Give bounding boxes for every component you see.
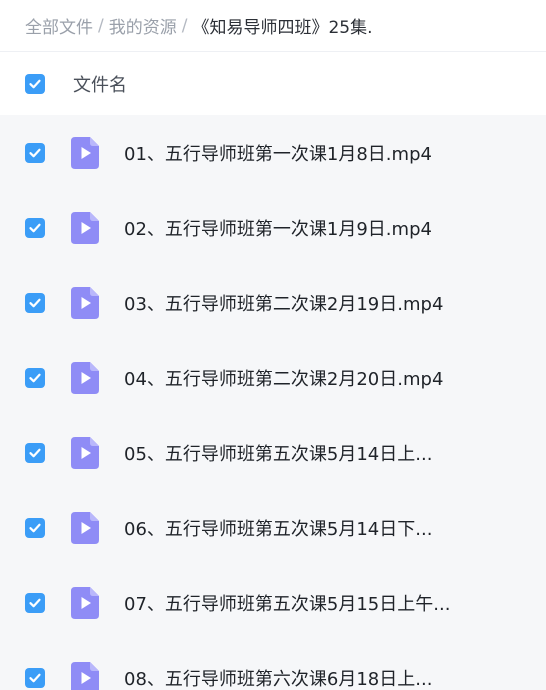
checkmark-icon	[29, 373, 41, 382]
file-row[interactable]: 06、五行导师班第五次课5月14日下...	[0, 490, 546, 565]
file-checkbox[interactable]	[25, 367, 45, 388]
file-row[interactable]: 02、五行导师班第一次课1月9日.mp4	[0, 190, 546, 265]
file-name[interactable]: 07、五行导师班第五次课5月15日上午...	[124, 590, 450, 616]
file-checkbox[interactable]	[25, 442, 45, 463]
checkmark-icon	[29, 523, 41, 532]
file-name[interactable]: 06、五行导师班第五次课5月14日下...	[124, 515, 432, 541]
file-name[interactable]: 03、五行导师班第二次课2月19日.mp4	[124, 290, 443, 316]
file-row[interactable]: 05、五行导师班第五次课5月14日上...	[0, 415, 546, 490]
breadcrumb-all-files[interactable]: 全部文件	[25, 13, 93, 38]
checkmark-icon	[29, 298, 41, 307]
file-row[interactable]: 01、五行导师班第一次课1月8日.mp4	[0, 115, 546, 190]
video-file-icon	[71, 661, 99, 690]
checkmark-icon	[29, 673, 41, 682]
file-name[interactable]: 08、五行导师班第六次课6月18日上...	[124, 665, 432, 690]
file-name[interactable]: 04、五行导师班第二次课2月20日.mp4	[124, 365, 443, 391]
checkmark-icon	[29, 448, 41, 457]
checkmark-icon	[29, 223, 41, 232]
file-checkbox[interactable]	[25, 217, 45, 238]
video-file-icon	[71, 586, 99, 619]
file-checkbox[interactable]	[25, 592, 45, 613]
file-name[interactable]: 01、五行导师班第一次课1月8日.mp4	[124, 140, 432, 166]
breadcrumb-separator: /	[98, 15, 104, 36]
breadcrumb-my-resources[interactable]: 我的资源	[109, 13, 177, 38]
checkmark-icon	[29, 79, 41, 89]
file-row[interactable]: 03、五行导师班第二次课2月19日.mp4	[0, 265, 546, 340]
file-name[interactable]: 02、五行导师班第一次课1月9日.mp4	[124, 215, 432, 241]
checkmark-icon	[29, 598, 41, 607]
file-row[interactable]: 07、五行导师班第五次课5月15日上午...	[0, 565, 546, 640]
video-file-icon	[71, 361, 99, 394]
file-checkbox[interactable]	[25, 667, 45, 688]
breadcrumb-current-folder: 《知易导师四班》25集.	[192, 18, 373, 38]
file-row[interactable]: 04、五行导师班第二次课2月20日.mp4	[0, 340, 546, 415]
video-file-icon	[71, 136, 99, 169]
file-name[interactable]: 05、五行导师班第五次课5月14日上...	[124, 440, 432, 466]
select-all-checkbox[interactable]	[25, 74, 45, 94]
breadcrumb-separator: /	[181, 15, 188, 36]
file-row[interactable]: 08、五行导师班第六次课6月18日上...	[0, 640, 546, 690]
file-checkbox[interactable]	[25, 517, 45, 538]
video-file-icon	[71, 436, 99, 469]
checkmark-icon	[29, 148, 41, 157]
file-checkbox[interactable]	[25, 142, 45, 163]
video-file-icon	[71, 511, 99, 544]
file-checkbox[interactable]	[25, 292, 45, 313]
list-header: 文件名	[0, 53, 546, 115]
video-file-icon	[71, 286, 99, 319]
file-list: 01、五行导师班第一次课1月8日.mp4 02、五行导师班第一次课1月9日.mp4…	[0, 115, 546, 690]
breadcrumb: 全部文件 / 我的资源 / 《知易导师四班》25集.	[0, 0, 546, 52]
column-header-filename[interactable]: 文件名	[73, 71, 127, 97]
video-file-icon	[71, 211, 99, 244]
